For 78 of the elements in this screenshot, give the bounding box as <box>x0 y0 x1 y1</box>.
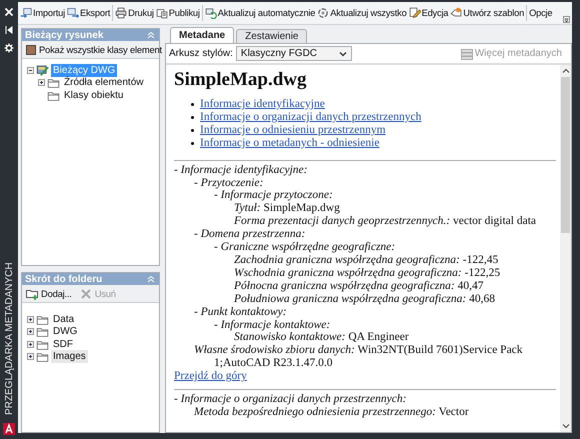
section-link[interactable]: Informacje o organizacji danych przestrzennych <box>200 110 422 124</box>
section-link[interactable]: Informacje identyfikacyjne <box>200 98 325 111</box>
close-icon <box>80 288 92 300</box>
expand-toggle[interactable] <box>27 340 34 348</box>
toolbar-button[interactable]: Utwórz szablon <box>449 4 526 22</box>
bullet-icon <box>191 128 194 132</box>
chevron-down-icon <box>338 50 347 56</box>
expand-toggle[interactable] <box>27 353 34 360</box>
tree-item[interactable]: Klasy obiektu <box>62 88 126 102</box>
stylesheet-label: Arkusz stylów: <box>169 48 233 59</box>
add-folder-icon <box>26 288 38 300</box>
scroll-up-icon[interactable] <box>562 68 570 74</box>
metadata-line: - Informacje kontaktowe: <box>214 318 332 332</box>
metadata-line: Wschodnia graniczna współrzędna geograficzna: -122,25 <box>234 266 502 280</box>
tab[interactable]: Metadane <box>170 27 234 43</box>
metadata-line: - Domena przestrzenna: <box>194 228 306 242</box>
metadata-line: - Informacje o organizacji danych przestrzennych: <box>174 393 408 406</box>
export-icon <box>66 7 79 19</box>
tree-item[interactable]: SDF <box>51 338 75 351</box>
toolbar-button[interactable]: Opcje <box>528 4 554 22</box>
tree-item[interactable]: DWG <box>51 325 80 338</box>
tree-item[interactable]: Images <box>51 350 88 364</box>
metadata-line: Stanowisko kontaktowe: QA Engineer <box>234 331 410 344</box>
show-all-button[interactable]: Pokaż wszystkie klasy element <box>24 42 164 57</box>
publish-icon <box>156 7 168 19</box>
document-stack-icon <box>460 48 473 60</box>
metadata-line: - Przytoczenie: <box>194 176 264 190</box>
scroll-down-icon[interactable] <box>562 423 570 429</box>
toolbar-button[interactable]: Importuj <box>19 4 66 22</box>
toolbar-button[interactable]: Edycja <box>408 4 450 22</box>
panel-title: Bieżący rysunek <box>25 30 104 40</box>
metadata-line: - Punkt kontaktowy: <box>194 306 288 318</box>
auto-hide-icon[interactable] <box>4 25 14 35</box>
bullet-icon <box>191 102 194 106</box>
import-icon <box>20 7 32 19</box>
app-logo-icon <box>3 423 15 435</box>
tree-item[interactable]: Data <box>51 312 76 326</box>
bullet-icon <box>191 116 194 119</box>
metadata-line: Własne środowisko zbioru danych: Win32NT(Build 7601)Service Pack 1;AutoCAD R23.1.47.0.0 <box>194 344 524 370</box>
bullet-icon <box>191 142 194 145</box>
expand-toggle[interactable] <box>38 79 45 86</box>
expand-toggle[interactable] <box>27 316 34 323</box>
toolbar-button[interactable]: Publikuj <box>154 4 201 22</box>
tab[interactable]: Zestawienie <box>236 29 308 43</box>
panel-title: Skrót do folderu <box>25 274 102 284</box>
tree-item[interactable]: Źródła elementów <box>62 76 146 90</box>
overflow-icon[interactable] <box>563 16 570 23</box>
palette-title: PRZEGLĄDARKA METADANYCH <box>4 261 14 415</box>
metadata-line: Północna graniczna współrzędna geograficzna: 40,47 <box>234 280 484 293</box>
section-link[interactable]: Informacje o odniesieniu przestrzennym <box>200 124 386 137</box>
document-title: SimpleMap.dwg <box>174 69 308 91</box>
metadata-line: Tytuł: SimpleMap.dwg <box>234 202 341 216</box>
close-icon[interactable] <box>4 7 14 17</box>
printer-icon <box>115 7 128 19</box>
collapse-toggle[interactable] <box>27 66 34 74</box>
toolbar-button[interactable]: Aktualizuj wszystko <box>316 4 408 22</box>
pencil-icon <box>408 7 421 19</box>
add-button[interactable]: Dodaj... <box>24 286 74 301</box>
stylesheet-dropdown[interactable]: Klasyczny FGDC <box>236 46 352 61</box>
metadata-line: - Informacje przytoczone: <box>214 189 334 202</box>
metadata-line: Metoda bezpośredniego odniesienia przestrzennego: Vector <box>194 406 470 419</box>
metadata-line: - Informacje identyfikacyjne: <box>174 164 308 177</box>
section-link[interactable]: Informacje o metadanych - odniesienie <box>200 136 380 150</box>
drawing-database-icon <box>36 64 49 77</box>
metadata-line: - Graniczne współrzędne geograficzne: <box>214 241 396 254</box>
scrollbar[interactable] <box>560 65 571 432</box>
settings-icon[interactable] <box>4 43 14 53</box>
metadata-line: Forma prezentacji danych geoprzestrzennych.: vector digital data <box>234 215 538 228</box>
toolbar-button[interactable]: Aktualizuj automatycznie <box>204 4 316 22</box>
toolbar-button[interactable]: Eksport <box>66 4 112 22</box>
refresh-icon <box>204 7 217 19</box>
metadata-line: Zachodnia graniczna współrzędna geograficzna: -122,45 <box>234 254 500 267</box>
sync-icon <box>317 7 330 19</box>
expand-toggle[interactable] <box>27 328 34 336</box>
metadata-line: Południowa graniczna współrzędna geograficzna: 40,68 <box>234 292 496 306</box>
scroll-thumb[interactable] <box>561 77 570 233</box>
back-to-top-link[interactable]: Przejdź do góry <box>174 370 247 384</box>
toolbar-button[interactable]: Drukuj <box>114 4 155 22</box>
